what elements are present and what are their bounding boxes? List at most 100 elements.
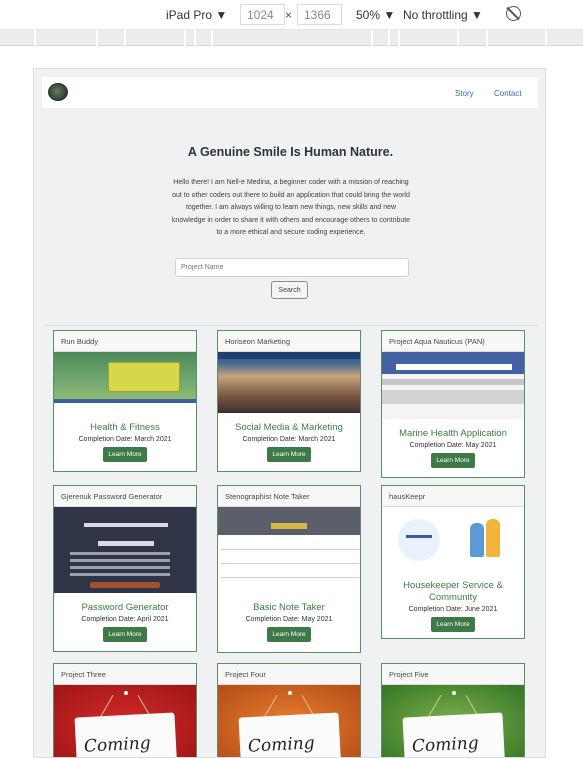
screenshot-circle bbox=[398, 519, 440, 561]
card-date: Completion Date: May 2021 bbox=[245, 616, 333, 623]
project-card: Project Three Coming bbox=[53, 663, 197, 757]
screenshot-strip bbox=[54, 403, 196, 413]
project-screenshot bbox=[54, 507, 196, 593]
card-header: Gjerenuk Password Generator bbox=[54, 486, 196, 507]
card-title: Health & Fitness bbox=[90, 422, 160, 433]
rotate-icon[interactable] bbox=[506, 6, 521, 21]
screenshot-bar bbox=[218, 352, 360, 359]
screenshot-bar bbox=[218, 507, 360, 535]
sign-text: Coming bbox=[247, 733, 316, 757]
project-screenshot bbox=[218, 507, 360, 593]
learn-more-button[interactable]: Learn More bbox=[103, 447, 147, 462]
screenshot-row bbox=[70, 559, 170, 562]
chevron-down-icon: ▼ bbox=[471, 8, 483, 22]
screenshot-row bbox=[382, 390, 524, 404]
card-date: Completion Date: March 2021 bbox=[78, 436, 172, 443]
screenshot-row bbox=[70, 573, 170, 576]
card-title: Marine Health Application bbox=[399, 428, 507, 439]
device-stage: Story Contact A Genuine Smile Is Human N… bbox=[0, 46, 583, 758]
sign-nail bbox=[288, 691, 292, 695]
height-input[interactable]: 1366 bbox=[297, 4, 342, 25]
card-header: Stenographist Note Taker bbox=[218, 486, 360, 507]
card-date: Completion Date: May 2021 bbox=[409, 442, 497, 449]
screenshot-row bbox=[382, 379, 524, 385]
project-card: Project Four Coming bbox=[217, 663, 361, 757]
zoom-label: 50% bbox=[356, 8, 381, 22]
card-date: Completion Date: June 2021 bbox=[408, 606, 498, 613]
card-date: Completion Date: April 2021 bbox=[81, 616, 169, 623]
search-button[interactable]: Search bbox=[271, 281, 308, 299]
ruler-tick bbox=[457, 30, 459, 46]
ruler-tick bbox=[194, 30, 196, 46]
screenshot-button bbox=[271, 523, 307, 529]
hero-text: Hello there! I am Nell-e Medina, a begin… bbox=[171, 179, 411, 237]
card-header: Project Five bbox=[382, 664, 524, 685]
ruler-tick bbox=[124, 30, 126, 46]
ruler-tick bbox=[486, 30, 488, 46]
device-toolbar: iPad Pro ▼ 1024 × 1366 50% ▼ No throttli… bbox=[0, 0, 583, 30]
card-date: Completion Date: March 2021 bbox=[242, 436, 336, 443]
ruler-tick bbox=[96, 30, 98, 46]
sign-nail bbox=[452, 691, 456, 695]
ruler-tick bbox=[388, 30, 390, 46]
project-card: Project Aqua Nauticus (PAN) Marine Healt… bbox=[381, 330, 525, 478]
project-screenshot: Coming bbox=[54, 685, 196, 757]
project-card: Stenographist Note Taker Basic Note Take… bbox=[217, 485, 361, 653]
ruler-tick bbox=[211, 30, 213, 46]
project-screenshot: Coming bbox=[218, 685, 360, 757]
page-viewport: Story Contact A Genuine Smile Is Human N… bbox=[33, 68, 546, 758]
card-header: hausKeepr bbox=[382, 486, 524, 507]
card-title: Password Generator bbox=[81, 602, 169, 613]
learn-more-button[interactable]: Learn More bbox=[431, 617, 475, 632]
zoom-select[interactable]: 50% ▼ bbox=[356, 8, 395, 22]
ruler-tick bbox=[371, 30, 373, 46]
width-input[interactable]: 1024 bbox=[240, 4, 285, 25]
card-header: Project Four bbox=[218, 664, 360, 685]
screenshot-button bbox=[98, 541, 154, 546]
project-card: hausKeepr Housekeeper Service & Communit… bbox=[381, 485, 525, 639]
screenshot-input bbox=[396, 364, 512, 370]
ruler-tick bbox=[34, 30, 36, 46]
device-label: iPad Pro bbox=[166, 8, 213, 22]
card-header: Project Three bbox=[54, 664, 196, 685]
nav-link-story[interactable]: Story bbox=[455, 89, 474, 98]
card-title: Social Media & Marketing bbox=[235, 422, 343, 433]
learn-more-button[interactable]: Learn More bbox=[267, 627, 311, 642]
screenshot-line bbox=[221, 549, 359, 550]
project-screenshot bbox=[382, 507, 524, 571]
ruler-tick bbox=[184, 30, 186, 46]
card-title: Housekeeper Service & Community bbox=[403, 580, 503, 603]
throttle-select[interactable]: No throttling ▼ bbox=[403, 8, 483, 22]
screenshot-figure bbox=[470, 523, 484, 557]
project-search-input[interactable] bbox=[175, 258, 409, 277]
media-query-ruler[interactable] bbox=[0, 30, 583, 46]
card-header: Horiseon Marketing bbox=[218, 331, 360, 352]
screenshot-row bbox=[70, 552, 170, 555]
site-navbar: Story Contact bbox=[42, 77, 538, 108]
project-card: Gjerenuk Password Generator Password Gen… bbox=[53, 485, 197, 652]
sign-text: Coming bbox=[411, 733, 480, 757]
card-header: Run Buddy bbox=[54, 331, 196, 352]
learn-more-button[interactable]: Learn More bbox=[103, 627, 147, 642]
section-divider bbox=[44, 325, 537, 326]
project-screenshot bbox=[218, 352, 360, 413]
screenshot-bar bbox=[382, 352, 524, 374]
project-screenshot: Coming bbox=[382, 685, 524, 757]
sign-nail bbox=[124, 691, 128, 695]
card-title: Basic Note Taker bbox=[253, 602, 325, 613]
nav-link-contact[interactable]: Contact bbox=[494, 89, 522, 98]
logo[interactable] bbox=[48, 83, 68, 101]
learn-more-button[interactable]: Learn More bbox=[267, 447, 311, 462]
screenshot-line bbox=[221, 577, 359, 578]
project-screenshot bbox=[54, 352, 196, 413]
device-select[interactable]: iPad Pro ▼ bbox=[166, 8, 227, 22]
ruler-tick bbox=[545, 30, 547, 46]
learn-more-button[interactable]: Learn More bbox=[431, 453, 475, 468]
screenshot-text bbox=[406, 535, 432, 538]
screenshot-generate bbox=[90, 582, 160, 588]
throttle-label: No throttling bbox=[403, 8, 468, 22]
screenshot-figure bbox=[486, 519, 500, 557]
project-card: Run Buddy Health & Fitness Completion Da… bbox=[53, 330, 197, 472]
card-header: Project Aqua Nauticus (PAN) bbox=[382, 331, 524, 352]
screenshot-line bbox=[221, 563, 359, 564]
